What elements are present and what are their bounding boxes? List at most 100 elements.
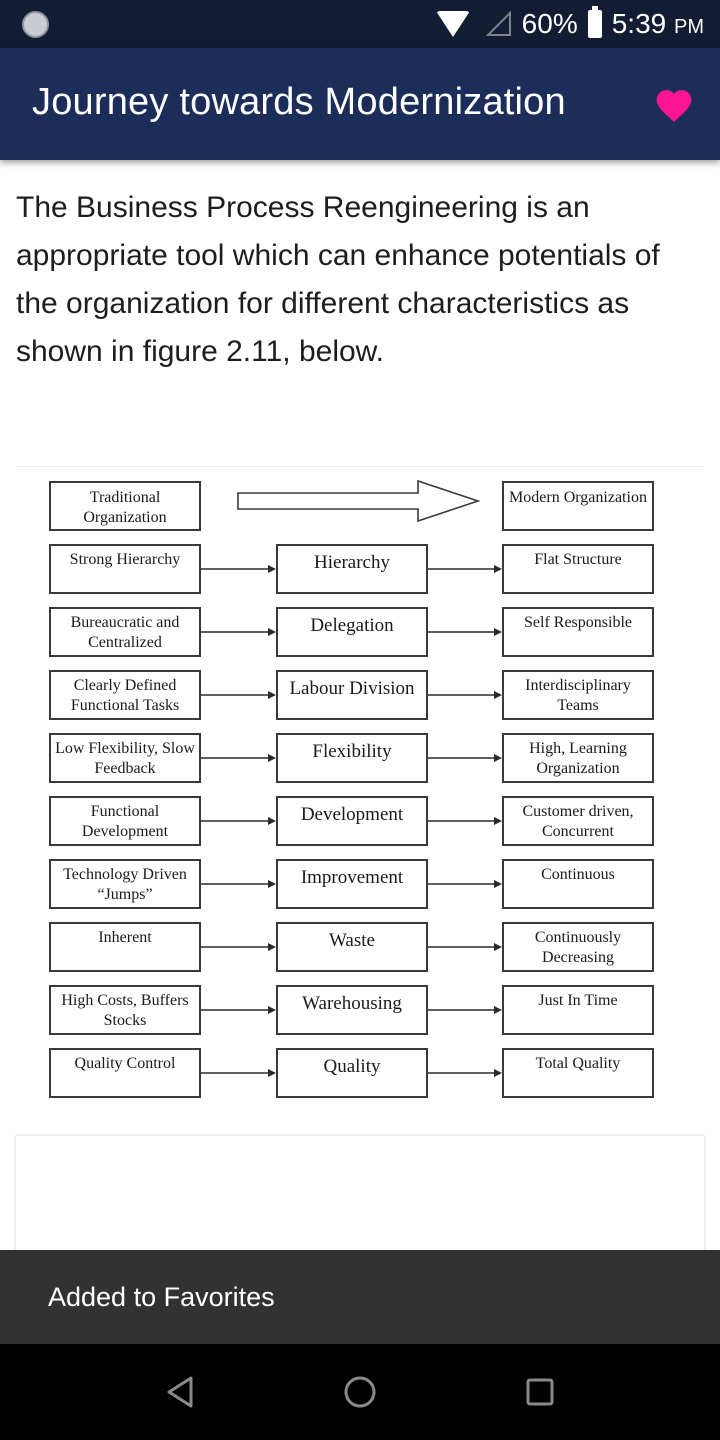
battery-charging-icon xyxy=(587,6,602,38)
figure-box-traditional: Bureaucratic and Centralized xyxy=(49,607,201,657)
page-title: Journey towards Modernization xyxy=(32,81,566,123)
header-traditional: Traditional Organization xyxy=(49,481,201,531)
flow-arrow-icon xyxy=(201,754,276,762)
flow-arrow-icon xyxy=(201,880,276,888)
sync-icon xyxy=(22,11,49,38)
figure-box-label: Flat Structure xyxy=(534,551,622,568)
figure-box-label: Strong Hierarchy xyxy=(69,551,181,568)
transition-arrow-icon xyxy=(237,479,481,523)
figure-box-aspect: Quality xyxy=(276,1048,428,1098)
figure-box-modern: Customer driven, Concurrent xyxy=(502,796,654,846)
header-traditional-label: Traditional Organization xyxy=(83,489,167,526)
figure-box-label: Bureaucratic and Centralized xyxy=(70,614,180,651)
flow-arrow-icon xyxy=(428,691,502,699)
flow-arrow-icon xyxy=(201,1006,276,1014)
figure-box-aspect: Delegation xyxy=(276,607,428,657)
figure-box-label: Continuous xyxy=(541,866,615,883)
figure-box-aspect: Labour Division xyxy=(276,670,428,720)
figure-box-aspect: Waste xyxy=(276,922,428,972)
home-button[interactable] xyxy=(338,1370,382,1414)
recents-button[interactable] xyxy=(518,1370,562,1414)
flow-arrow-icon xyxy=(428,943,502,951)
figure-box-label: High Costs, Buffers Stocks xyxy=(61,992,189,1029)
figure-box-label: Quality xyxy=(323,1056,381,1077)
flow-arrow-icon xyxy=(428,1006,502,1014)
figure-box-label: Functional Development xyxy=(81,803,169,840)
header-modern: Modern Organization xyxy=(502,481,654,531)
figure-box-traditional: Technology Driven “Jumps” xyxy=(49,859,201,909)
favorite-button[interactable] xyxy=(650,80,698,128)
figure-box-modern: Total Quality xyxy=(502,1048,654,1098)
figure-box-label: Flexibility xyxy=(312,741,392,762)
figure-box-traditional: Low Flexibility, Slow Feedback xyxy=(49,733,201,783)
figure-box-modern: High, Learning Organization xyxy=(502,733,654,783)
figure-box-traditional: Strong Hierarchy xyxy=(49,544,201,594)
flow-arrow-icon xyxy=(428,1069,502,1077)
figure-box-label: Delegation xyxy=(310,615,394,636)
flow-arrow-icon xyxy=(201,565,276,573)
snackbar: Added to Favorites xyxy=(0,1250,720,1344)
flow-arrow-icon xyxy=(428,754,502,762)
figure-box-aspect: Improvement xyxy=(276,859,428,909)
figure-box-label: Quality Control xyxy=(74,1055,176,1072)
header-modern-label: Modern Organization xyxy=(509,489,647,506)
wifi-icon xyxy=(435,11,470,37)
figure-box-label: Warehousing xyxy=(302,993,402,1014)
figure-box-traditional: Functional Development xyxy=(49,796,201,846)
content-card xyxy=(16,1136,704,1256)
app-bar: Journey towards Modernization xyxy=(0,48,720,160)
figure-box-aspect: Development xyxy=(276,796,428,846)
figure-box-traditional: Quality Control xyxy=(49,1048,201,1098)
figure-box-aspect: Hierarchy xyxy=(276,544,428,594)
figure-box-modern: Continuous xyxy=(502,859,654,909)
figure-box-label: Low Flexibility, Slow Feedback xyxy=(55,740,195,777)
back-button[interactable] xyxy=(158,1370,202,1414)
figure-box-modern: Flat Structure xyxy=(502,544,654,594)
figure-box-label: Interdisciplinary Teams xyxy=(525,677,631,714)
figure-box-label: Just In Time xyxy=(538,992,618,1009)
flow-arrow-icon xyxy=(428,880,502,888)
figure-box-aspect: Warehousing xyxy=(276,985,428,1035)
flow-arrow-icon xyxy=(201,1069,276,1077)
figure-box-label: Waste xyxy=(329,930,375,951)
figure-box-modern: Interdisciplinary Teams xyxy=(502,670,654,720)
snackbar-message: Added to Favorites xyxy=(48,1281,275,1312)
figure-box-traditional: Inherent xyxy=(49,922,201,972)
heart-icon xyxy=(656,90,692,122)
clock: 5:39 PM xyxy=(612,8,704,40)
flow-arrow-icon xyxy=(201,943,276,951)
figure-box-modern: Self Responsible xyxy=(502,607,654,657)
flow-arrow-icon xyxy=(201,691,276,699)
figure-box-label: Continuously Decreasing xyxy=(534,929,622,966)
status-bar: 60% 5:39 PM xyxy=(0,0,720,48)
navigation-bar xyxy=(0,1344,720,1440)
figure-box-modern: Continuously Decreasing xyxy=(502,922,654,972)
home-icon xyxy=(344,1376,376,1408)
flow-arrow-icon xyxy=(201,628,276,636)
figure-box-aspect: Flexibility xyxy=(276,733,428,783)
figure-box-label: Hierarchy xyxy=(314,552,390,573)
figure-box-modern: Just In Time xyxy=(502,985,654,1035)
signal-icon xyxy=(485,11,511,36)
figure-box-label: Total Quality xyxy=(535,1055,621,1072)
clock-ampm: PM xyxy=(674,16,704,38)
figure-box-label: Customer driven, Concurrent xyxy=(522,803,634,840)
figure-box-label: Labour Division xyxy=(289,678,415,699)
flow-arrow-icon xyxy=(428,817,502,825)
clock-time: 5:39 xyxy=(611,8,667,39)
figure-box-label: Development xyxy=(300,804,404,825)
back-icon xyxy=(167,1376,193,1408)
battery-percent: 60% xyxy=(521,8,578,39)
flow-arrow-icon xyxy=(428,628,502,636)
recents-icon xyxy=(526,1378,554,1406)
figure-box-traditional: High Costs, Buffers Stocks xyxy=(49,985,201,1035)
figure-box-label: Inherent xyxy=(98,929,152,946)
body-paragraph: The Business Process Reengineering is an… xyxy=(16,191,660,368)
figure-box-label: High, Learning Organization xyxy=(529,740,627,777)
figure-box-label: Clearly Defined Functional Tasks xyxy=(70,677,180,714)
figure-bpr-comparison: Traditional Organization Modern Organiza… xyxy=(16,466,704,1116)
status-indicators: 60% 5:39 PM xyxy=(435,0,704,48)
flow-arrow-icon xyxy=(428,565,502,573)
figure-box-label: Improvement xyxy=(300,867,404,888)
flow-arrow-icon xyxy=(201,817,276,825)
